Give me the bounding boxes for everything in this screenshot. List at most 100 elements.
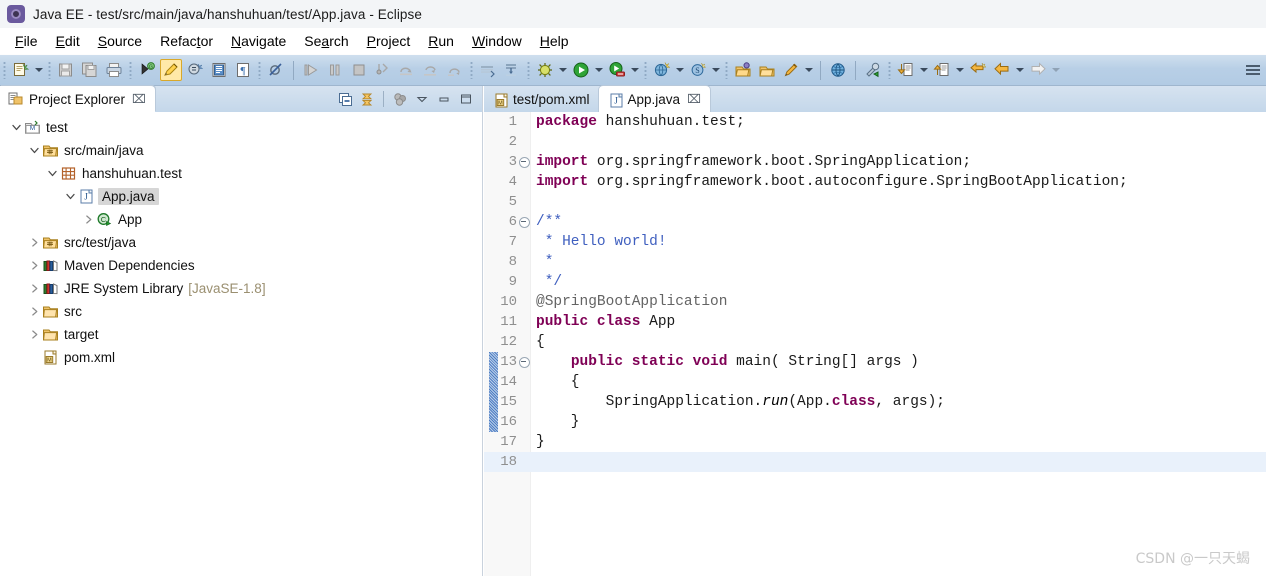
fold-collapse-icon[interactable] — [518, 156, 531, 168]
code-line-4[interactable]: 4 import org.springframework.boot.autocon… — [484, 172, 1266, 192]
toolbar-overflow-button[interactable] — [1246, 60, 1260, 80]
menu-navigate[interactable]: Navigate — [222, 31, 295, 51]
search-icon[interactable]: S — [687, 59, 709, 81]
run-dropdown-arrow[interactable] — [593, 59, 605, 81]
external-tools-icon[interactable] — [862, 59, 884, 81]
toggle-mark-occurrences-icon[interactable] — [160, 59, 182, 81]
forward-icon[interactable] — [1027, 59, 1049, 81]
run-as-server-icon[interactable] — [606, 59, 628, 81]
code-line-5[interactable]: 5 — [484, 192, 1266, 212]
next-annotation-dropdown-arrow[interactable] — [954, 59, 966, 81]
last-edit-location-icon[interactable] — [967, 59, 989, 81]
menu-project[interactable]: Project — [358, 31, 420, 51]
chevron-right-icon[interactable] — [26, 254, 42, 277]
close-icon[interactable]: ⌧ — [687, 93, 701, 105]
editor-tab-test-pom-xml[interactable]: Mtest/pom.xml — [484, 86, 599, 112]
tree-item-app[interactable]: C App — [0, 208, 482, 231]
new-java-class-icon[interactable] — [501, 59, 523, 81]
menu-window[interactable]: Window — [463, 31, 531, 51]
forward-dropdown-arrow[interactable] — [1050, 59, 1062, 81]
editor-tab-app-java[interactable]: J App.java ⌧ — [598, 86, 710, 112]
code-line-3[interactable]: 3 import org.springframework.boot.SpringA… — [484, 152, 1266, 172]
code-line-11[interactable]: 11 public class App — [484, 312, 1266, 332]
back-dropdown-arrow[interactable] — [1014, 59, 1026, 81]
toolbar-grip[interactable] — [888, 61, 891, 79]
open-folder-icon[interactable] — [756, 59, 778, 81]
chevron-right-icon[interactable] — [26, 323, 42, 346]
code-line-12[interactable]: 12 { — [484, 332, 1266, 352]
skip-breakpoints-icon[interactable] — [265, 59, 287, 81]
code-line-13[interactable]: 13 public static void main( String[] arg… — [484, 352, 1266, 372]
step-over-icon[interactable] — [396, 59, 418, 81]
code-line-15[interactable]: 15 SpringApplication.run(App.class, args… — [484, 392, 1266, 412]
tree-item-maven-dependencies[interactable]: Maven Dependencies — [0, 254, 482, 277]
toolbar-grip[interactable] — [470, 61, 473, 79]
view-menu-button[interactable] — [412, 89, 432, 109]
open-browser-icon[interactable] — [827, 59, 849, 81]
code-line-6[interactable]: 6 /** — [484, 212, 1266, 232]
tree-item-pom-xml[interactable]: Mpom.xml — [0, 346, 482, 369]
web-dropdown-arrow[interactable] — [674, 59, 686, 81]
annotation-icon[interactable] — [780, 59, 802, 81]
code-lines[interactable]: 1 package hanshuhuan.test; 2 3 import org.sp… — [484, 112, 1266, 576]
previous-annotation-icon[interactable] — [895, 59, 917, 81]
project-tree[interactable]: Mtest src/main/java hanshuhuan.test J App.ja… — [0, 112, 482, 576]
previous-annotation-dropdown-arrow[interactable] — [918, 59, 930, 81]
code-line-2[interactable]: 2 — [484, 132, 1266, 152]
step-into-icon[interactable] — [372, 59, 394, 81]
fold-collapse-icon[interactable] — [518, 216, 531, 228]
new-icon[interactable] — [10, 59, 32, 81]
toolbar-grip[interactable] — [644, 61, 647, 79]
java-editor[interactable]: 1 package hanshuhuan.test; 2 3 import org.sp… — [484, 112, 1266, 576]
new-java-package-icon[interactable] — [477, 59, 499, 81]
suspend-icon[interactable] — [324, 59, 346, 81]
menu-run[interactable]: Run — [419, 31, 463, 51]
fold-collapse-icon[interactable] — [518, 356, 531, 368]
terminate-icon[interactable] — [348, 59, 370, 81]
code-line-1[interactable]: 1 package hanshuhuan.test; — [484, 112, 1266, 132]
focus-on-active-task-button[interactable] — [390, 89, 410, 109]
print-icon[interactable] — [103, 59, 125, 81]
minimize-button[interactable] — [434, 89, 454, 109]
new-dropdown-arrow[interactable] — [33, 59, 45, 81]
toolbar-grip[interactable] — [527, 61, 530, 79]
maximize-button[interactable] — [456, 89, 476, 109]
chevron-right-icon[interactable] — [26, 300, 42, 323]
tab-project-explorer[interactable]: Project Explorer ⌧ — [0, 86, 155, 112]
show-whitespace-icon[interactable]: ¶ — [232, 59, 254, 81]
code-line-17[interactable]: 17} — [484, 432, 1266, 452]
open-perspective-icon[interactable] — [732, 59, 754, 81]
toolbar-grip[interactable] — [48, 61, 51, 79]
tree-item-hanshuhuan-test[interactable]: hanshuhuan.test — [0, 162, 482, 185]
close-icon[interactable]: ⌧ — [132, 93, 146, 105]
tree-item-src-test-java[interactable]: src/test/java — [0, 231, 482, 254]
open-type-icon[interactable] — [184, 59, 206, 81]
menu-help[interactable]: Help — [531, 31, 578, 51]
toolbar-grip[interactable] — [3, 61, 6, 79]
code-line-14[interactable]: 14 { — [484, 372, 1266, 392]
run-server-dropdown-arrow[interactable] — [629, 59, 641, 81]
link-with-editor-button[interactable] — [357, 89, 377, 109]
new-web-project-icon[interactable] — [651, 59, 673, 81]
menu-edit[interactable]: Edit — [47, 31, 89, 51]
next-annotation-icon[interactable] — [931, 59, 953, 81]
save-all-icon[interactable] — [79, 59, 101, 81]
toolbar-grip[interactable] — [129, 61, 132, 79]
step-return-icon[interactable] — [420, 59, 442, 81]
back-icon[interactable] — [991, 59, 1013, 81]
toolbar-grip[interactable] — [258, 61, 261, 79]
code-line-10[interactable]: 10 @SpringBootApplication — [484, 292, 1266, 312]
resume-icon[interactable] — [300, 59, 322, 81]
menu-refactor[interactable]: Refactor — [151, 31, 222, 51]
tree-item-src-main-java[interactable]: src/main/java — [0, 139, 482, 162]
drop-to-frame-icon[interactable] — [444, 59, 466, 81]
chevron-down-icon[interactable] — [8, 116, 24, 139]
collapse-all-button[interactable] — [335, 89, 355, 109]
debug-dropdown-arrow[interactable] — [557, 59, 569, 81]
chevron-down-icon[interactable] — [26, 139, 42, 162]
code-line-7[interactable]: 7 * Hello world! — [484, 232, 1266, 252]
chevron-right-icon[interactable] — [26, 277, 42, 300]
code-line-8[interactable]: 8 * — [484, 252, 1266, 272]
chevron-down-icon[interactable] — [62, 185, 78, 208]
chevron-down-icon[interactable] — [44, 162, 60, 185]
